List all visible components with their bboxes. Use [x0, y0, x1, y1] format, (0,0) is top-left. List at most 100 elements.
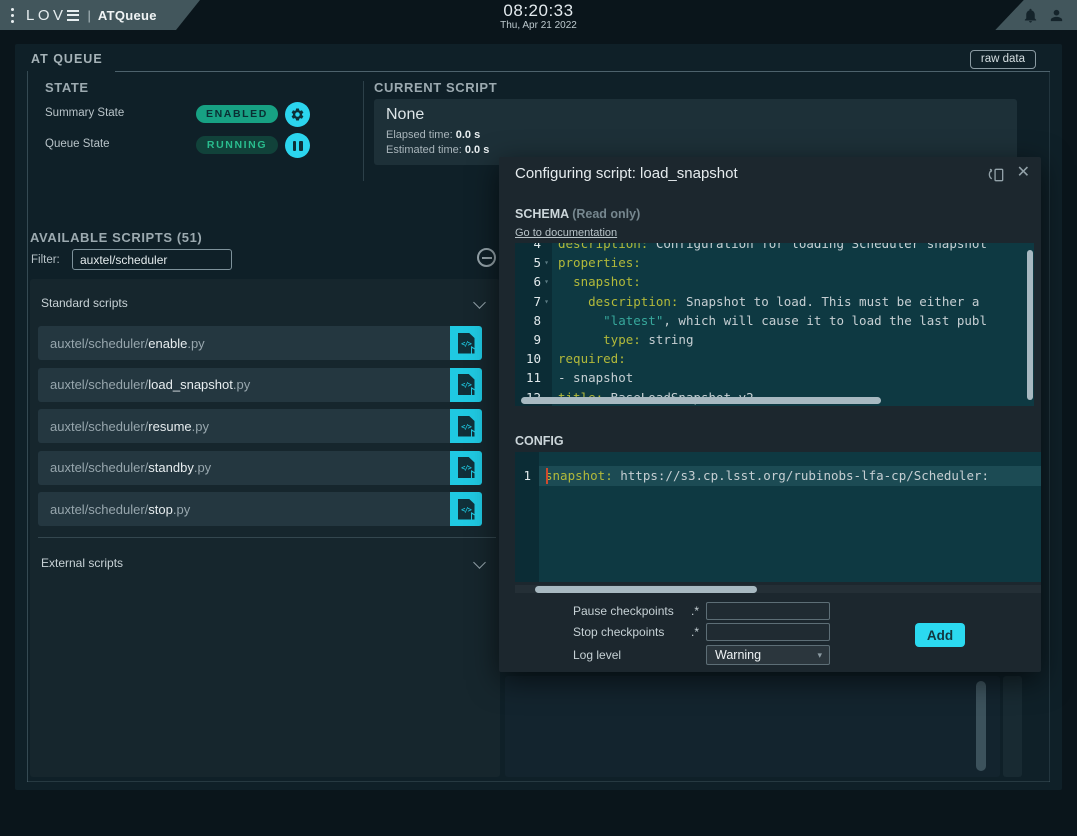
- top-bar: LOV | ATQueue 08:20:33 Thu, Apr 21 2022: [0, 0, 1077, 30]
- file-code-play-icon: </>: [458, 416, 475, 437]
- panel-border: [115, 71, 1050, 72]
- code-line: 1snapshot: https://s3.cp.lsst.org/rubino…: [515, 466, 1041, 485]
- modal-title: Configuring script: load_snapshot: [515, 165, 738, 182]
- gear-icon: [290, 107, 305, 122]
- configure-script-modal: Configuring script: load_snapshot ✕ SCHE…: [499, 157, 1041, 672]
- schema-label: SCHEMA: [515, 207, 569, 221]
- schema-readonly-note: (Read only): [572, 207, 640, 221]
- script-row: auxtel/scheduler/standby.py</>: [38, 451, 482, 485]
- script-row: auxtel/scheduler/load_snapshot.py </>: [38, 368, 482, 402]
- launch-script-button[interactable]: </>: [450, 326, 482, 360]
- script-path: auxtel/scheduler/enable.py: [38, 326, 450, 360]
- code-line: 11- snapshot: [515, 368, 1034, 387]
- launch-script-button[interactable]: </>: [450, 451, 482, 485]
- log-level-label: Log level: [573, 648, 621, 662]
- section-divider: [363, 81, 364, 181]
- external-scripts-header[interactable]: External scripts: [41, 556, 123, 570]
- stop-checkpoints-label: Stop checkpoints: [573, 625, 664, 639]
- pause-checkpoints-label: Pause checkpoints: [573, 604, 674, 618]
- log-level-select[interactable]: Warning ▾: [706, 645, 830, 665]
- standard-scripts-header[interactable]: Standard scripts: [41, 296, 128, 310]
- app-header-left: LOV | ATQueue: [0, 0, 200, 30]
- add-button[interactable]: Add: [915, 623, 965, 647]
- minus-circle-icon[interactable]: [477, 248, 496, 267]
- scrollbar[interactable]: [976, 681, 986, 771]
- logo-separator: |: [88, 8, 91, 23]
- summary-state-badge: ENABLED: [196, 105, 278, 123]
- caret-down-icon: ▾: [817, 650, 822, 661]
- kebab-menu-icon[interactable]: [11, 8, 14, 23]
- love-atqueue-screen: LOV | ATQueue 08:20:33 Thu, Apr 21 2022 …: [0, 0, 1077, 836]
- code-line: 10required:: [515, 349, 1034, 368]
- config-code-editor[interactable]: 1snapshot: https://s3.cp.lsst.org/rubino…: [515, 452, 1041, 582]
- file-code-play-icon: </>: [458, 374, 475, 395]
- config-scrollbar-track: [515, 585, 1041, 593]
- filter-label: Filter:: [31, 254, 60, 266]
- app-name: ATQueue: [98, 8, 157, 23]
- queue-pause-button[interactable]: [285, 133, 310, 158]
- documentation-link[interactable]: Go to documentation: [515, 227, 617, 239]
- scripts-panel: Standard scripts auxtel/scheduler/enable…: [30, 279, 500, 777]
- user-icon[interactable]: [1048, 7, 1065, 24]
- launch-script-button[interactable]: </>: [450, 492, 482, 526]
- script-row: auxtel/scheduler/enable.py</>: [38, 326, 482, 360]
- file-code-play-icon: </>: [458, 457, 475, 478]
- raw-data-button[interactable]: raw data: [970, 50, 1036, 69]
- page-title: AT QUEUE: [31, 52, 103, 66]
- bell-icon[interactable]: [1022, 7, 1039, 24]
- chevron-down-icon[interactable]: [473, 296, 486, 309]
- schema-vertical-scrollbar[interactable]: [1027, 250, 1033, 400]
- logo-text: LOV: [26, 7, 67, 24]
- script-row: auxtel/scheduler/stop.py </>: [38, 492, 482, 526]
- summary-state-label: Summary State: [45, 107, 124, 119]
- panel-border: [1049, 71, 1050, 782]
- elapsed-time-value: 0.0 s: [456, 129, 480, 141]
- background-panel-edge: [1003, 676, 1022, 777]
- available-scripts-title: AVAILABLE SCRIPTS (51): [30, 230, 202, 245]
- code-line: 9 type: string: [515, 330, 1034, 349]
- estimated-time-row: Estimated time: 0.0 s: [386, 143, 1005, 158]
- current-script-title: CURRENT SCRIPT: [374, 80, 497, 95]
- chevron-down-icon[interactable]: [473, 556, 486, 569]
- app-header-right: [982, 0, 1077, 30]
- pause-checkpoints-input[interactable]: [706, 602, 830, 620]
- script-path: auxtel/scheduler/resume.py: [38, 409, 450, 443]
- code-line: 8 "latest", which will cause it to load …: [515, 311, 1034, 330]
- summary-state-gear-button[interactable]: [285, 102, 310, 127]
- rotate-file-icon[interactable]: [987, 165, 1006, 184]
- text-cursor: [546, 468, 548, 484]
- elapsed-time-label: Elapsed time:: [386, 129, 453, 141]
- script-row: auxtel/scheduler/resume.py </>: [38, 409, 482, 443]
- queue-state-badge: RUNNING: [196, 136, 278, 154]
- script-path: auxtel/scheduler/stop.py: [38, 492, 450, 526]
- estimated-time-value: 0.0 s: [465, 144, 489, 156]
- estimated-time-label: Estimated time:: [386, 144, 462, 156]
- state-section-title: STATE: [45, 80, 89, 95]
- pause-checkpoints-hint: .*: [677, 604, 699, 618]
- current-script-name: None: [386, 106, 1005, 124]
- config-code-lines: 1snapshot: https://s3.cp.lsst.org/rubino…: [515, 466, 1041, 485]
- standard-scripts-list: auxtel/scheduler/enable.py</>auxtel/sche…: [38, 326, 482, 534]
- close-icon[interactable]: ✕: [1017, 163, 1030, 183]
- log-level-value: Warning: [715, 648, 761, 662]
- launch-script-button[interactable]: </>: [450, 368, 482, 402]
- code-line: 7▾ description: Snapshot to load. This m…: [515, 292, 1034, 311]
- background-panel: [505, 676, 1000, 777]
- stop-checkpoints-input[interactable]: [706, 623, 830, 641]
- love-logo: LOV: [26, 7, 79, 24]
- config-horizontal-scrollbar[interactable]: [535, 586, 757, 593]
- code-line: 5▾properties:: [515, 253, 1034, 272]
- code-line: 6▾ snapshot:: [515, 272, 1034, 291]
- script-path: auxtel/scheduler/load_snapshot.py: [38, 368, 450, 402]
- schema-section-title: SCHEMA (Read only): [515, 207, 640, 221]
- filter-input[interactable]: [72, 249, 232, 270]
- scripts-divider: [38, 537, 496, 538]
- schema-horizontal-scrollbar[interactable]: [521, 397, 881, 404]
- schema-code-lines: 4description: Configuration for loading …: [515, 243, 1034, 406]
- stop-checkpoints-hint: .*: [677, 625, 699, 639]
- file-code-play-icon: </>: [458, 499, 475, 520]
- panel-border: [27, 71, 28, 782]
- launch-script-button[interactable]: </>: [450, 409, 482, 443]
- elapsed-time-row: Elapsed time: 0.0 s: [386, 128, 1005, 143]
- queue-state-label: Queue State: [45, 138, 110, 150]
